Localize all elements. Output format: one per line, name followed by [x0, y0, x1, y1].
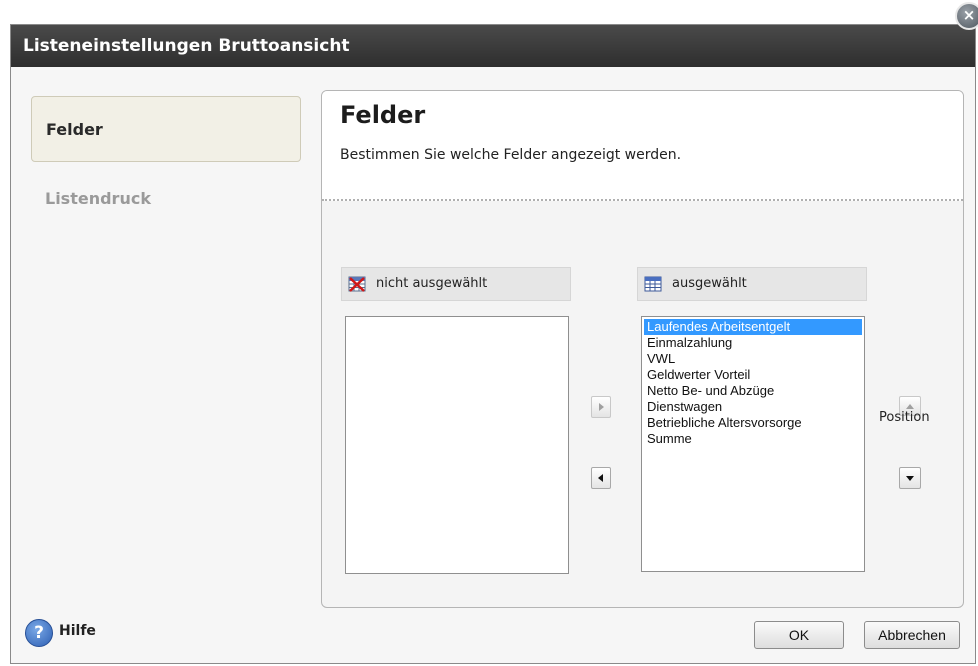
panel-header: Felder Bestimmen Sie welche Felder angez… [322, 91, 963, 201]
table-icon [644, 276, 662, 292]
panel-subtitle: Bestimmen Sie welche Felder angezeigt we… [340, 147, 682, 163]
close-icon[interactable]: × [955, 2, 978, 30]
arrow-right-icon [599, 403, 604, 411]
selected-list-header: ausgewählt [637, 267, 867, 301]
help-link[interactable]: Hilfe [59, 623, 96, 639]
cancel-button[interactable]: Abbrechen [864, 621, 960, 649]
list-item[interactable]: Dienstwagen [642, 399, 864, 415]
arrow-down-icon [906, 476, 914, 481]
list-item[interactable]: Summe [642, 431, 864, 447]
help-icon[interactable]: ? [25, 619, 53, 647]
panel-title: Felder [340, 101, 426, 129]
list-item[interactable]: Geldwerter Vorteil [642, 367, 864, 383]
move-down-button[interactable] [899, 467, 921, 489]
ok-button[interactable]: OK [754, 621, 844, 649]
dialog-title: Listeneinstellungen Bruttoansicht [11, 25, 975, 67]
list-item[interactable]: Betriebliche Altersvorsorge [642, 415, 864, 431]
selected-list-label: ausgewählt [672, 276, 747, 291]
arrow-up-icon [906, 404, 914, 409]
table-remove-icon [348, 276, 366, 292]
list-item[interactable]: Einmalzahlung [642, 335, 864, 351]
fields-panel: Felder Bestimmen Sie welche Felder angez… [321, 90, 964, 608]
list-item[interactable]: VWL [642, 351, 864, 367]
nav-item-felder[interactable]: Felder [31, 96, 301, 162]
list-item[interactable]: Netto Be- und Abzüge [642, 383, 864, 399]
settings-dialog: Listeneinstellungen Bruttoansicht Felder… [10, 24, 976, 664]
add-field-button[interactable] [591, 396, 611, 418]
position-label: Position [879, 410, 930, 425]
available-list-header: nicht ausgewählt [341, 267, 571, 301]
remove-field-button[interactable] [591, 467, 611, 489]
arrow-left-icon [598, 474, 603, 482]
selected-fields-listbox[interactable]: Laufendes Arbeitsentgelt Einmalzahlung V… [641, 316, 865, 572]
list-item[interactable]: Laufendes Arbeitsentgelt [644, 319, 862, 335]
available-list-label: nicht ausgewählt [376, 276, 488, 291]
nav-item-listendruck[interactable]: Listendruck [31, 183, 301, 215]
available-fields-listbox[interactable] [345, 316, 569, 574]
